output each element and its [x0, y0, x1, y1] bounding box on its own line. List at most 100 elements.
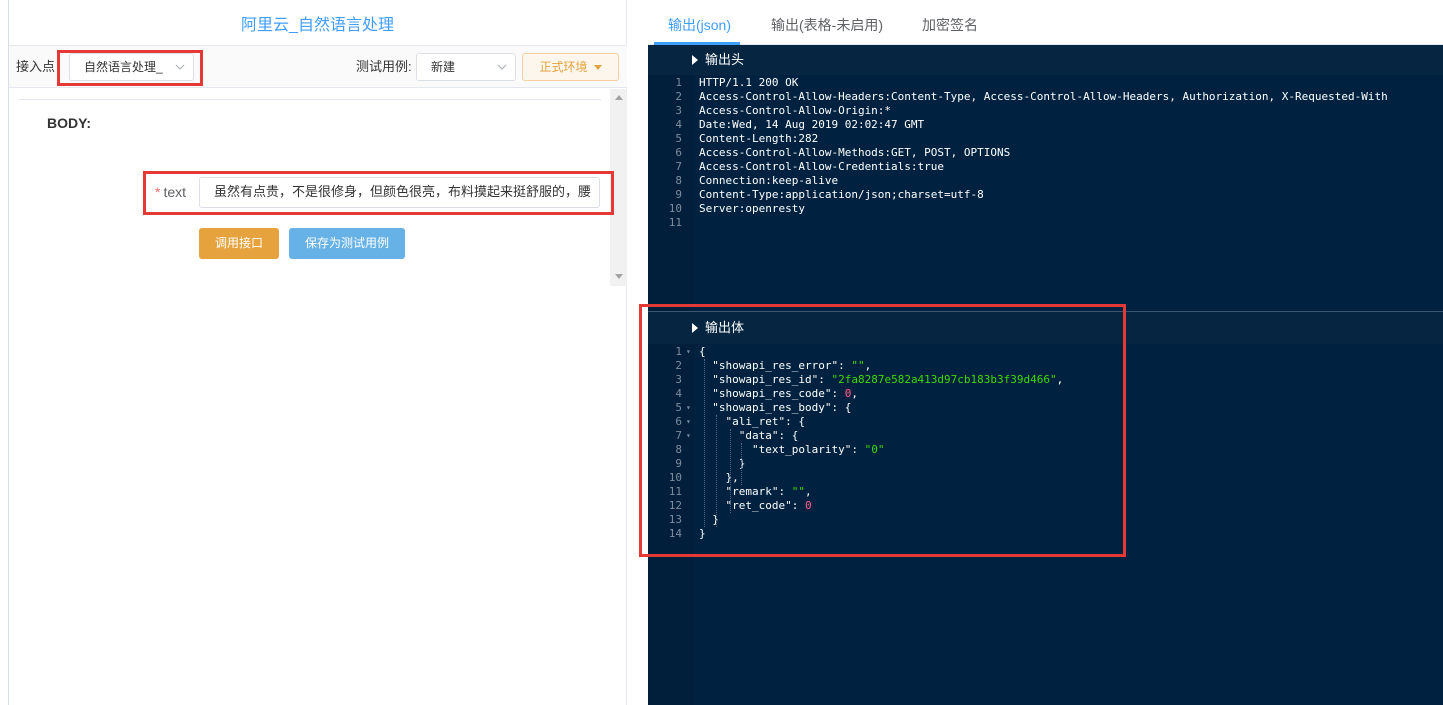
- chevron-down-icon: [497, 64, 507, 70]
- line-number: 11: [668, 485, 682, 498]
- code-line: 2 "showapi_res_error": "",: [648, 359, 1443, 373]
- scroll-up-icon[interactable]: [615, 95, 623, 100]
- json-punct: [699, 401, 712, 414]
- code-line: 12 "ret_code": 0: [648, 499, 1443, 513]
- json-key: "remark": [725, 485, 779, 498]
- code-lines: 1 ▾ {2 "showapi_res_error": "", 3 "showapi_…: [648, 345, 1443, 541]
- section-title: 输出头: [705, 52, 745, 67]
- code-line: 7 ▾ "data": {: [648, 429, 1443, 443]
- line-number: 8: [675, 174, 682, 187]
- json-punct: :: [818, 373, 832, 386]
- line-text: }: [699, 527, 706, 541]
- code-line: 7 Access-Control-Allow-Credentials:true: [648, 160, 1443, 174]
- tab-output-json[interactable]: 输出(json): [668, 0, 731, 45]
- header-code-editor[interactable]: 1 HTTP/1.1 200 OK 2 Access-Control-Allow-He…: [648, 75, 1443, 311]
- text-input[interactable]: 虽然有点贵，不是很修身，但颜色很亮，布料摸起来挺舒服的，腰: [199, 177, 600, 208]
- access-point-label: 接入点: [16, 59, 56, 74]
- json-punct: [699, 415, 726, 428]
- line-number: 4: [675, 118, 682, 131]
- line-number: 6: [675, 415, 682, 428]
- line-text: }: [699, 457, 746, 471]
- tab-output-table[interactable]: 输出(表格-未启用): [771, 0, 883, 45]
- line-text: "showapi_res_id": "2fa8287e582a413d97cb1…: [699, 373, 1063, 387]
- caret-down-icon: [593, 65, 602, 71]
- response-panel: 输出(json) 输出(表格-未启用) 加密签名 输出头 1 HTTP/1.1 2…: [648, 0, 1443, 705]
- code-line: 8 Connection:keep-alive: [648, 174, 1443, 188]
- line-number: 9: [675, 457, 682, 470]
- test-case-label: 测试用例:: [356, 59, 412, 74]
- request-panel: 阿里云_自然语言处理 接入点 自然语言处理_ 测试用例: 新建 正式环境 BOD…: [8, 0, 627, 705]
- code-line: 5 Content-Length:282: [648, 132, 1443, 146]
- line-number: 7: [675, 429, 682, 442]
- json-punct: [699, 485, 726, 498]
- access-point-select[interactable]: 自然语言处理_: [69, 53, 194, 81]
- indent-guide: [704, 359, 705, 527]
- json-punct: :: [851, 443, 865, 456]
- line-text: "showapi_res_body": {: [699, 401, 851, 415]
- line-number: 4: [675, 387, 682, 400]
- code-line: 10 },: [648, 471, 1443, 485]
- fold-arrow-icon[interactable]: ▾: [686, 345, 691, 359]
- code-line: 8 "text_polarity": "0": [648, 443, 1443, 457]
- code-line: 9 Content-Type:application/json;charset=u…: [648, 188, 1443, 202]
- section-title: 输出体: [705, 320, 745, 335]
- line-number: 2: [675, 90, 682, 103]
- json-key: "showapi_res_id": [712, 373, 819, 386]
- line-number: 1: [675, 345, 682, 358]
- code-line: 3 Access-Control-Allow-Origin:*: [648, 104, 1443, 118]
- call-api-button[interactable]: 调用接口: [199, 228, 279, 259]
- fold-arrow-icon[interactable]: ▾: [686, 415, 691, 429]
- line-text: Access-Control-Allow-Headers:Content-Typ…: [699, 90, 1388, 103]
- code-line: 6 ▾ "ali_ret": {: [648, 415, 1443, 429]
- code-line: 9 }: [648, 457, 1443, 471]
- line-number: 5: [675, 132, 682, 145]
- line-number: 13: [668, 513, 682, 526]
- scrollbar[interactable]: [610, 89, 627, 286]
- line-number: 9: [675, 188, 682, 201]
- json-punct: [699, 387, 712, 400]
- json-key: "ali_ret": [725, 415, 786, 428]
- tab-encrypt-sign[interactable]: 加密签名: [922, 0, 978, 45]
- line-text: "showapi_res_code": 0,: [699, 387, 858, 401]
- active-tab-indicator: [654, 42, 740, 45]
- json-punct: {: [699, 345, 706, 358]
- request-body: BODY: * text 虽然有点贵，不是很修身，但颜色很亮，布料摸起来挺舒服的，…: [9, 89, 627, 289]
- save-test-case-button[interactable]: 保存为测试用例: [289, 228, 405, 259]
- line-text: Connection:keep-alive: [699, 174, 839, 187]
- line-number: 5: [675, 401, 682, 414]
- json-punct: [699, 443, 752, 456]
- code-line: 11 "remark": "",: [648, 485, 1443, 499]
- indent-guide: [730, 429, 731, 513]
- json-punct: }: [699, 527, 706, 540]
- line-text: Access-Control-Allow-Origin:*: [699, 104, 892, 117]
- json-punct: ,: [864, 359, 872, 372]
- test-case-select[interactable]: 新建: [416, 53, 516, 81]
- scroll-down-icon[interactable]: [615, 274, 623, 279]
- divider: [19, 99, 601, 100]
- json-punct: [699, 359, 712, 372]
- access-point-value: 自然语言处理_: [84, 60, 163, 74]
- fold-arrow-icon[interactable]: ▾: [686, 429, 691, 443]
- environment-dropdown-button[interactable]: 正式环境: [522, 53, 619, 81]
- body-code-editor[interactable]: 1 ▾ {2 "showapi_res_error": "", 3 "showapi_…: [648, 344, 1443, 705]
- line-text: "showapi_res_error": "",: [699, 359, 871, 373]
- json-string: "": [791, 485, 805, 498]
- json-punct: : {: [831, 401, 852, 414]
- line-text: "ali_ret": {: [699, 415, 805, 429]
- fold-arrow-icon[interactable]: ▾: [686, 401, 691, 415]
- json-key: "text_polarity": [751, 443, 852, 456]
- line-number: 10: [668, 471, 682, 484]
- divider: [648, 311, 1443, 312]
- field-name: text: [163, 184, 187, 200]
- code-line: 5 ▾ "showapi_res_body": {: [648, 401, 1443, 415]
- line-text: Content-Type:application/json;charset=ut…: [699, 188, 984, 201]
- code-line: 13 }: [648, 513, 1443, 527]
- output-header-section[interactable]: 输出头: [648, 46, 1443, 74]
- line-number: 3: [675, 373, 682, 386]
- code-line: 1 ▾ {: [648, 345, 1443, 359]
- required-mark: *: [155, 184, 161, 200]
- output-tabs: 输出(json) 输出(表格-未启用) 加密签名: [648, 0, 1443, 45]
- code-line: 6 Access-Control-Allow-Methods:GET, POST,…: [648, 146, 1443, 160]
- triangle-right-icon: [692, 55, 698, 65]
- output-body-section[interactable]: 输出体: [648, 314, 1443, 342]
